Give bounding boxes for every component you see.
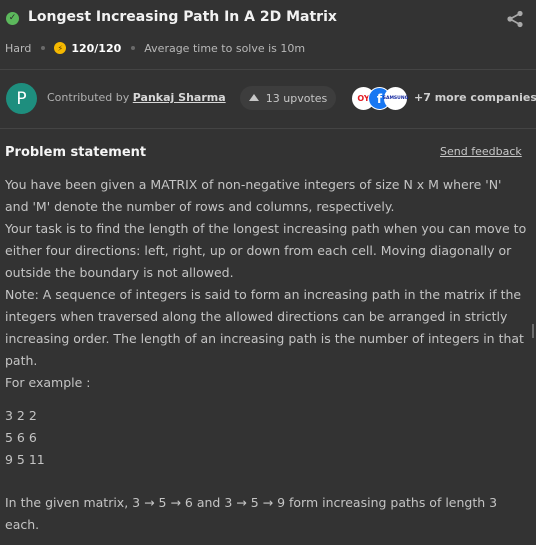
difficulty-label: Hard xyxy=(5,41,32,55)
divider xyxy=(0,128,536,129)
panel-resize-handle[interactable] xyxy=(532,324,536,338)
score-label: 120/120 xyxy=(71,41,122,55)
problem-statement-heading: Problem statement xyxy=(5,145,147,160)
problem-paragraph: You have been given a MATRIX of non-nega… xyxy=(5,177,502,214)
samsung-logo: SAMSUNG xyxy=(383,87,408,110)
check-circle-icon: ✓ xyxy=(6,12,19,25)
coin-icon: ⚡ xyxy=(54,42,67,54)
send-feedback-link[interactable]: Send feedback xyxy=(440,145,522,158)
upvote-button[interactable]: 13 upvotes xyxy=(240,86,336,110)
separator-dot xyxy=(41,46,46,50)
upvote-arrow-icon xyxy=(248,93,259,101)
company-logos[interactable]: OY f SAMSUNG xyxy=(352,87,408,110)
problem-title: Longest Increasing Path In A 2D Matrix xyxy=(28,9,337,25)
divider xyxy=(0,69,536,70)
contributor-name-link[interactable]: Pankaj Sharma xyxy=(133,91,226,104)
avg-time-label: Average time to solve is 10m xyxy=(144,41,306,55)
problem-paragraph: For example : xyxy=(5,375,91,390)
contributor-text: Contributed by Pankaj Sharma xyxy=(47,91,226,104)
problem-paragraph: Note: A sequence of integers is said to … xyxy=(5,287,524,368)
contributor-avatar: P xyxy=(6,83,37,114)
problem-meta: Hard ⚡ 120/120 Average time to solve is … xyxy=(5,40,305,56)
more-companies-link[interactable]: +7 more companies xyxy=(414,91,536,104)
problem-paragraph: Your task is to find the length of the l… xyxy=(5,221,527,280)
matrix-row: 3 2 2 xyxy=(5,408,37,423)
matrix-row: 5 6 6 xyxy=(5,430,37,445)
problem-header: ✓ Longest Increasing Path In A 2D Matrix… xyxy=(0,0,536,70)
problem-statement-body: You have been given a MATRIX of non-nega… xyxy=(5,174,527,536)
separator-dot xyxy=(131,46,136,50)
contributor-prefix: Contributed by xyxy=(47,91,133,104)
share-icon[interactable] xyxy=(506,10,524,28)
upvote-count: 13 upvotes xyxy=(265,91,328,105)
matrix-row: 9 5 11 xyxy=(5,452,45,467)
example-explanation: In the given matrix, 3 → 5 → 6 and 3 → 5… xyxy=(5,495,498,532)
